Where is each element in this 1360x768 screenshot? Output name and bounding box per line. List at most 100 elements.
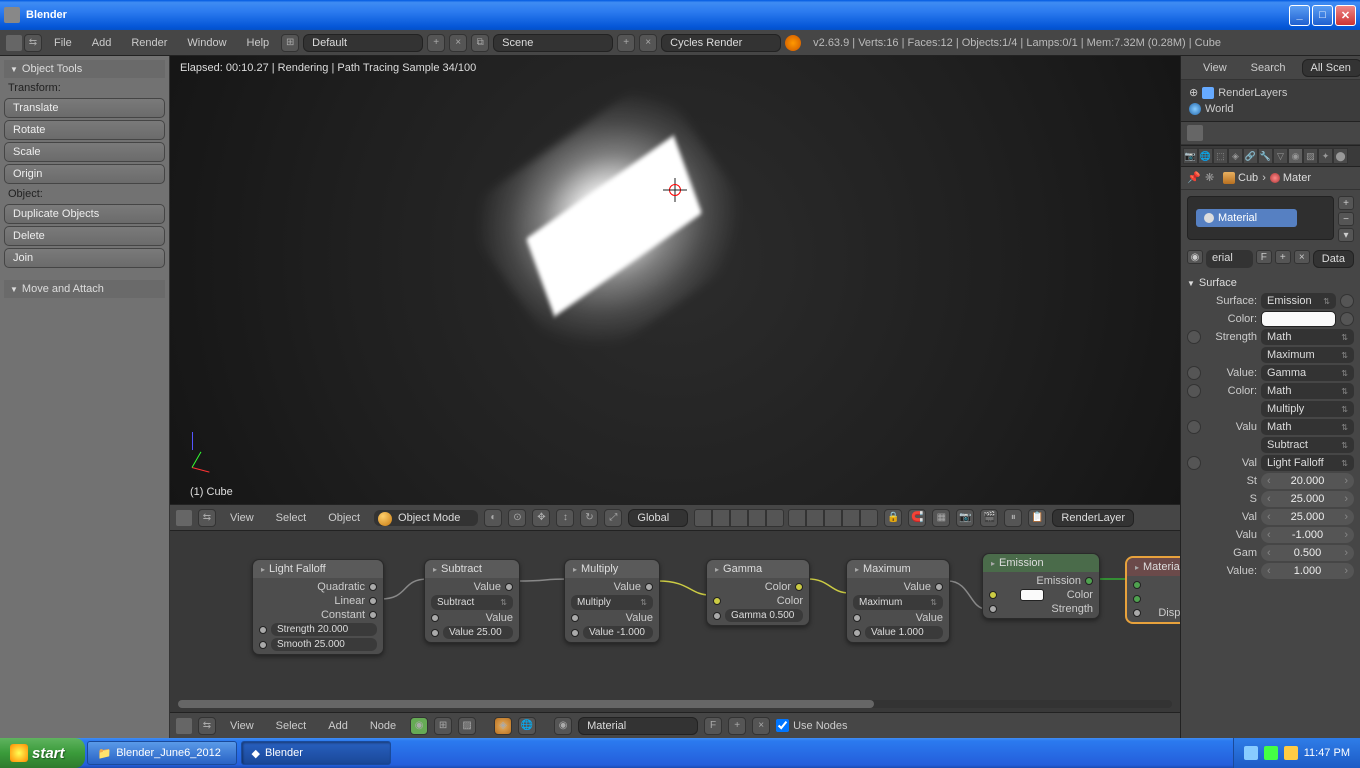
prop-dropdown[interactable]: Maximum xyxy=(1261,347,1354,363)
slot-icon[interactable]: 📋 xyxy=(1028,509,1046,527)
properties-editor-icon[interactable] xyxy=(1187,125,1203,141)
scale-manip-icon[interactable]: ⤢ xyxy=(604,509,622,527)
prop-number-field[interactable]: 20.000 xyxy=(1261,473,1354,489)
material-browse-icon[interactable]: ◉ xyxy=(1187,250,1203,264)
tab-constraints[interactable]: 🔗 xyxy=(1243,148,1258,164)
node-scrollbar[interactable] xyxy=(178,700,1172,708)
prop-dropdown[interactable]: Math xyxy=(1261,329,1354,345)
ne-node-menu[interactable]: Node xyxy=(362,718,404,734)
input-socket-icon[interactable] xyxy=(1340,312,1354,326)
prop-number-field[interactable]: 25.000 xyxy=(1261,509,1354,525)
node-material-output[interactable]: Material Outpu Surface Volume Displaceme… xyxy=(1126,557,1180,623)
node-maximum[interactable]: Maximum Value Maximum Value Value 1.000 xyxy=(846,559,950,643)
use-nodes-checkbox[interactable]: Use Nodes xyxy=(776,719,847,732)
3d-viewport[interactable]: Elapsed: 00:10.27 | Rendering | Path Tra… xyxy=(170,56,1180,504)
collapse-icon[interactable]: ⇆ xyxy=(198,717,216,735)
menu-add[interactable]: Add xyxy=(84,35,120,51)
layer-buttons[interactable] xyxy=(694,509,878,527)
remove-slot-button[interactable]: − xyxy=(1338,212,1354,226)
pin-icon[interactable]: 📌 xyxy=(1187,171,1201,185)
unlink-material-button[interactable]: × xyxy=(1294,250,1310,264)
tab-texture[interactable]: ▨ xyxy=(1303,148,1318,164)
link-dropdown[interactable]: Data xyxy=(1313,250,1354,268)
prop-dropdown[interactable]: Light Falloff xyxy=(1261,455,1354,471)
render-layer-dropdown[interactable]: RenderLayer xyxy=(1052,509,1134,527)
input-socket-icon[interactable] xyxy=(1340,294,1354,308)
add-slot-button[interactable]: + xyxy=(1338,196,1354,210)
collapse-menus-icon[interactable]: ⇆ xyxy=(24,34,42,52)
tray-icon[interactable] xyxy=(1264,746,1278,760)
compositor-type-icon[interactable]: ⊞ xyxy=(434,717,452,735)
render-icon[interactable]: 📷 xyxy=(956,509,974,527)
node-light-falloff[interactable]: Light Falloff Quadratic Linear Constant … xyxy=(252,559,384,655)
add-scene-button[interactable]: + xyxy=(617,34,635,52)
outliner-search-menu[interactable]: Search xyxy=(1243,60,1294,76)
remove-material-button[interactable]: × xyxy=(752,717,770,735)
tab-modifiers[interactable]: 🔧 xyxy=(1258,148,1273,164)
scale-button[interactable]: Scale xyxy=(4,142,165,162)
remove-scene-button[interactable]: × xyxy=(639,34,657,52)
remove-layout-button[interactable]: × xyxy=(449,34,467,52)
render-engine-dropdown[interactable]: Cycles Render xyxy=(661,34,781,52)
node-editor[interactable]: Light Falloff Quadratic Linear Constant … xyxy=(170,530,1180,712)
scene-dropdown[interactable]: Scene xyxy=(493,34,613,52)
tray-icon[interactable] xyxy=(1284,746,1298,760)
prop-dropdown[interactable]: Gamma xyxy=(1261,365,1354,381)
slot-menu-button[interactable]: ▾ xyxy=(1338,228,1354,242)
close-button[interactable]: ✕ xyxy=(1335,5,1356,26)
tab-scene[interactable]: 🌐 xyxy=(1198,148,1213,164)
prop-number-field[interactable]: 0.500 xyxy=(1261,545,1354,561)
shading-icon[interactable]: ◐ xyxy=(484,509,502,527)
orientation-dropdown[interactable]: Global xyxy=(628,509,688,527)
prop-number-field[interactable]: 25.000 xyxy=(1261,491,1354,507)
editor-type-icon[interactable] xyxy=(176,510,192,526)
scene-browse-icon[interactable]: ⧉ xyxy=(471,34,489,52)
add-layout-button[interactable]: + xyxy=(427,34,445,52)
vp-select-menu[interactable]: Select xyxy=(268,510,315,526)
emission-color-chip[interactable] xyxy=(1020,589,1044,601)
outliner[interactable]: ⊕RenderLayers World xyxy=(1181,80,1360,121)
minimize-button[interactable]: _ xyxy=(1289,5,1310,26)
rotate-manip-icon[interactable]: ↻ xyxy=(580,509,598,527)
texture-type-icon[interactable]: ▨ xyxy=(458,717,476,735)
origin-button[interactable]: Origin xyxy=(4,164,165,184)
move-manip-icon[interactable]: ↕ xyxy=(556,509,574,527)
menu-window[interactable]: Window xyxy=(179,35,234,51)
snap-icon[interactable]: 🧲 xyxy=(908,509,926,527)
prop-number-field[interactable]: -1.000 xyxy=(1261,527,1354,543)
vp-object-menu[interactable]: Object xyxy=(320,510,368,526)
material-slot-list[interactable]: Material xyxy=(1187,196,1334,240)
lock-camera-icon[interactable]: 🔒 xyxy=(884,509,902,527)
ne-select-menu[interactable]: Select xyxy=(268,718,315,734)
pivot-icon[interactable]: ⊙ xyxy=(508,509,526,527)
tab-render[interactable]: 📷 xyxy=(1183,148,1198,164)
tab-data[interactable]: ▽ xyxy=(1273,148,1288,164)
editor-type-icon[interactable] xyxy=(6,35,22,51)
prop-dropdown[interactable]: Subtract xyxy=(1261,437,1354,453)
tray-icon[interactable] xyxy=(1244,746,1258,760)
outliner-filter-dropdown[interactable]: All Scen xyxy=(1302,59,1360,77)
move-attach-header[interactable]: Move and Attach xyxy=(4,280,165,298)
input-socket-icon[interactable] xyxy=(1187,330,1201,344)
tab-physics[interactable]: ⬤ xyxy=(1333,148,1348,164)
material-name-field[interactable]: erial xyxy=(1206,250,1253,268)
menu-render[interactable]: Render xyxy=(123,35,175,51)
pause-icon[interactable]: ⏸ xyxy=(1004,509,1022,527)
delete-button[interactable]: Delete xyxy=(4,226,165,246)
maximize-button[interactable]: □ xyxy=(1312,5,1333,26)
input-socket-icon[interactable] xyxy=(1187,384,1201,398)
menu-help[interactable]: Help xyxy=(239,35,278,51)
shader-type-icon[interactable]: ◉ xyxy=(410,717,428,735)
node-subtract[interactable]: Subtract Value Subtract Value Value 25.0… xyxy=(424,559,520,643)
tab-object[interactable]: ◈ xyxy=(1228,148,1243,164)
system-tray[interactable]: 11:47 PM xyxy=(1233,738,1360,768)
rotate-button[interactable]: Rotate xyxy=(4,120,165,140)
duplicate-button[interactable]: Duplicate Objects xyxy=(4,204,165,224)
taskbar-item-folder[interactable]: 📁Blender_June6_2012 xyxy=(87,741,237,765)
layout-grid-icon[interactable]: ⊞ xyxy=(281,34,299,52)
menu-file[interactable]: File xyxy=(46,35,80,51)
translate-button[interactable]: Translate xyxy=(4,98,165,118)
manipulator-icon[interactable]: ✥ xyxy=(532,509,550,527)
editor-type-icon[interactable] xyxy=(176,718,192,734)
outliner-view-menu[interactable]: View xyxy=(1195,60,1235,76)
